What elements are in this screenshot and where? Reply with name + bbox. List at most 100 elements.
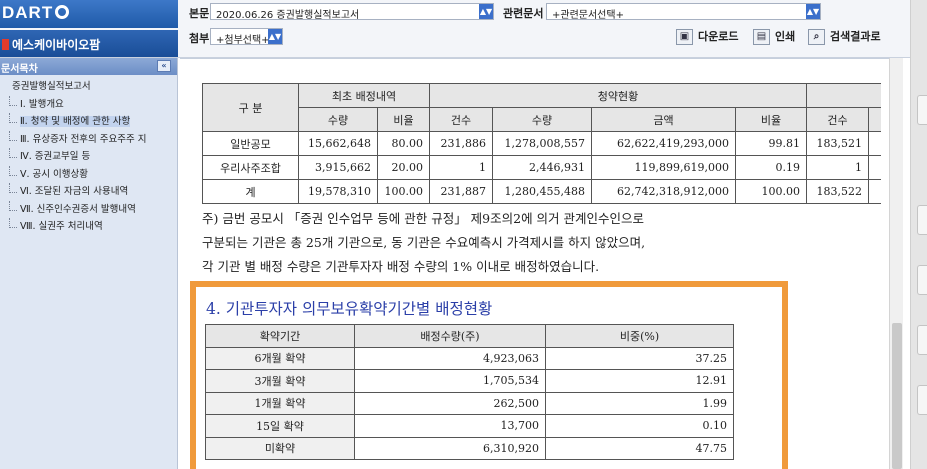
lockup-table: 확약기간 배정수량(주) 비중(%) 6개월 확약 4,923,063 37.2… bbox=[205, 324, 734, 460]
lockup-period: 3개월 확약 bbox=[205, 369, 355, 393]
table-row: 15일 확약 13,700 0.10 bbox=[205, 414, 734, 438]
toc-item-subscription-allocation[interactable]: Ⅱ. 청약 및 배정에 관한 사항 bbox=[2, 113, 177, 131]
toc-item-major-shareholders[interactable]: Ⅲ. 유상증자 전후의 주요주주 지 bbox=[2, 130, 177, 149]
search-results-label: 검색결과로 bbox=[830, 30, 881, 43]
printer-icon: ▤ bbox=[753, 29, 770, 45]
document-page: 구 분 최초 배정내역 청약현황 수량 비율 건수 수량 금액 비율 건수 일반… bbox=[180, 59, 903, 469]
lockup-qty: 6,310,920 bbox=[354, 436, 546, 460]
subheader-cell: 수량 bbox=[492, 107, 592, 132]
toc-item-rights-certificate[interactable]: Ⅶ. 신주인수권증서 발행내역 bbox=[2, 200, 177, 219]
sidebar-title: 문서목차 bbox=[1, 64, 38, 75]
attachment-select-arrow-icon[interactable]: ▲▼ bbox=[268, 29, 282, 44]
col-period: 확약기간 bbox=[205, 324, 355, 348]
dart-logo[interactable]: DART bbox=[0, 0, 178, 28]
related-doc-select[interactable]: +관련문서선택+ ▲▼ bbox=[546, 3, 821, 21]
download-button[interactable]: ▣ 다운로드 bbox=[676, 28, 738, 46]
related-doc-select-arrow-icon[interactable]: ▲▼ bbox=[806, 4, 820, 19]
floppy-disk-icon: ▣ bbox=[676, 29, 693, 45]
edge-tab[interactable] bbox=[917, 205, 927, 235]
vertical-scrollbar[interactable] bbox=[889, 58, 903, 469]
table-cell: 1,280,455,488 bbox=[492, 179, 592, 204]
table-cell: 20.00 bbox=[377, 155, 430, 180]
table-header-row: 확약기간 배정수량(주) 비중(%) bbox=[205, 324, 734, 348]
group-initial-allocation: 최초 배정내역 bbox=[298, 83, 430, 108]
lockup-period: 미확약 bbox=[205, 436, 355, 460]
related-doc-label: 관련문서 bbox=[503, 7, 544, 20]
table-cell: 3,915,662 bbox=[298, 155, 378, 180]
sidebar: 문서목차 « 증권발행실적보고서 Ⅰ. 발행개요 Ⅱ. 청약 및 배정에 관한 … bbox=[0, 58, 178, 469]
col-share: 비중(%) bbox=[545, 324, 734, 348]
lockup-pct: 47.75 bbox=[545, 436, 734, 460]
table-cell: 119,899,619,000 bbox=[591, 155, 736, 180]
footnote-line: 구분되는 기관은 총 25개 기관으로, 동 기관은 수요예측시 가격제시를 하… bbox=[202, 235, 646, 250]
lockup-pct: 0.10 bbox=[545, 414, 734, 438]
attachment-label: 첨부 bbox=[189, 32, 210, 45]
toc-list: 증권발행실적보고서 Ⅰ. 발행개요 Ⅱ. 청약 및 배정에 관한 사항 Ⅲ. 유… bbox=[0, 75, 177, 236]
magnifier-icon: ⌕ bbox=[808, 29, 825, 45]
subheader-cell: 금액 bbox=[591, 107, 736, 132]
lockup-highlight-box: 4. 기관투자자 의무보유확약기간별 배정현황 확약기간 배정수량(주) 비중(… bbox=[190, 281, 788, 469]
subheader-cell: 수량 bbox=[298, 107, 378, 132]
subheader-cell-cut bbox=[868, 107, 881, 132]
footnote: 주) 금번 공모시 「증권 인수업무 등에 관한 규정」 제9조의2에 의거 관… bbox=[202, 207, 862, 279]
table-cell: 80.00 bbox=[377, 131, 430, 156]
sidebar-collapse-button[interactable]: « bbox=[157, 60, 171, 72]
download-label: 다운로드 bbox=[698, 30, 739, 43]
footnote-line: 각 기관 별 배정 수량은 기관투자자 배정 수량의 1% 이내로 배정하였습니… bbox=[202, 259, 600, 274]
footnote-line: 주) 금번 공모시 「증권 인수업무 등에 관한 규정」 제9조의2에 의거 관… bbox=[202, 211, 645, 226]
lockup-section-title: 4. 기관투자자 의무보유확약기간별 배정현황 bbox=[206, 300, 493, 318]
table-header-row: 구 분 최초 배정내역 청약현황 bbox=[202, 83, 881, 132]
lockup-period: 15일 확약 bbox=[205, 414, 355, 438]
toc-item-report[interactable]: 증권발행실적보고서 bbox=[2, 78, 177, 96]
col-quantity: 배정수량(주) bbox=[354, 324, 546, 348]
table-cell: 1,278,008,557 bbox=[492, 131, 592, 156]
subscription-table: 구 분 최초 배정내역 청약현황 수량 비율 건수 수량 금액 비율 건수 일반… bbox=[202, 83, 881, 204]
toc-item-fund-usage[interactable]: Ⅵ. 조달된 자금의 사용내역 bbox=[2, 183, 177, 201]
table-cell: 183,522 bbox=[806, 179, 869, 204]
table-row: 계 19,578,310 100.00 231,887 1,280,455,48… bbox=[202, 179, 881, 204]
logo-text: DART bbox=[2, 3, 54, 22]
subheader-cell: 비율 bbox=[377, 107, 430, 132]
toc-item-issuance-overview[interactable]: Ⅰ. 발행개요 bbox=[2, 95, 177, 114]
table-row: 1개월 확약 262,500 1.99 bbox=[205, 391, 734, 415]
search-results-button[interactable]: ⌕ 검색결과로 bbox=[808, 28, 881, 46]
lockup-qty: 1,705,534 bbox=[354, 369, 546, 393]
row-label: 우리사주조합 bbox=[202, 155, 299, 180]
group-next bbox=[806, 83, 881, 108]
toc-item-delivery-date[interactable]: Ⅳ. 증권교부일 등 bbox=[2, 148, 177, 166]
col-category: 구 분 bbox=[202, 83, 299, 132]
main-doc-label: 본문 bbox=[189, 7, 210, 20]
window-edge bbox=[910, 0, 927, 469]
print-button[interactable]: ▤ 인쇄 bbox=[753, 28, 795, 46]
table-cell: 1 bbox=[806, 155, 869, 180]
table-row: 일반공모 15,662,648 80.00 231,886 1,278,008,… bbox=[202, 131, 881, 156]
company-name-bar: 에스케이바이오팜 bbox=[0, 30, 178, 57]
company-icon bbox=[2, 39, 9, 50]
table-subheader-row: 수량 비율 건수 수량 금액 비율 건수 bbox=[203, 107, 881, 132]
edge-tab[interactable] bbox=[917, 385, 927, 415]
edge-tab[interactable] bbox=[917, 265, 927, 295]
scrollbar-thumb[interactable] bbox=[892, 323, 902, 469]
toc-item-disclosure-status[interactable]: Ⅴ. 공시 이행상황 bbox=[2, 165, 177, 184]
lockup-pct: 37.25 bbox=[545, 346, 734, 370]
main-doc-select-arrow-icon[interactable]: ▲▼ bbox=[479, 4, 493, 19]
table-cell-cut bbox=[868, 179, 881, 204]
table-cell: 100.00 bbox=[735, 179, 807, 204]
table-cell-cut bbox=[868, 155, 881, 180]
table-cell: 15,662,648 bbox=[298, 131, 378, 156]
document-viewer[interactable]: 구 분 최초 배정내역 청약현황 수량 비율 건수 수량 금액 비율 건수 일반… bbox=[180, 58, 903, 469]
logo-mark-icon bbox=[55, 5, 70, 19]
edge-tab[interactable] bbox=[917, 325, 927, 355]
table-row: 미확약 6,310,920 47.75 bbox=[205, 436, 734, 460]
main-doc-select-value: 2020.06.26 증권발행실적보고서 bbox=[216, 10, 360, 21]
main-doc-select[interactable]: 2020.06.26 증권발행실적보고서 ▲▼ bbox=[210, 3, 494, 21]
attachment-select[interactable]: +첨부선택+ ▲▼ bbox=[210, 28, 283, 46]
lockup-pct: 1.99 bbox=[545, 391, 734, 415]
table-row: 우리사주조합 3,915,662 20.00 1 2,446,931 119,8… bbox=[202, 155, 881, 180]
subheader-cell: 건수 bbox=[429, 107, 493, 132]
lockup-qty: 13,700 bbox=[354, 414, 546, 438]
company-name: 에스케이바이오팜 bbox=[12, 38, 101, 52]
toc-item-forfeited-shares[interactable]: Ⅷ. 실권주 처리내역 bbox=[2, 218, 177, 236]
table-row: 3개월 확약 1,705,534 12.91 bbox=[205, 369, 734, 393]
edge-tab[interactable] bbox=[917, 95, 927, 125]
